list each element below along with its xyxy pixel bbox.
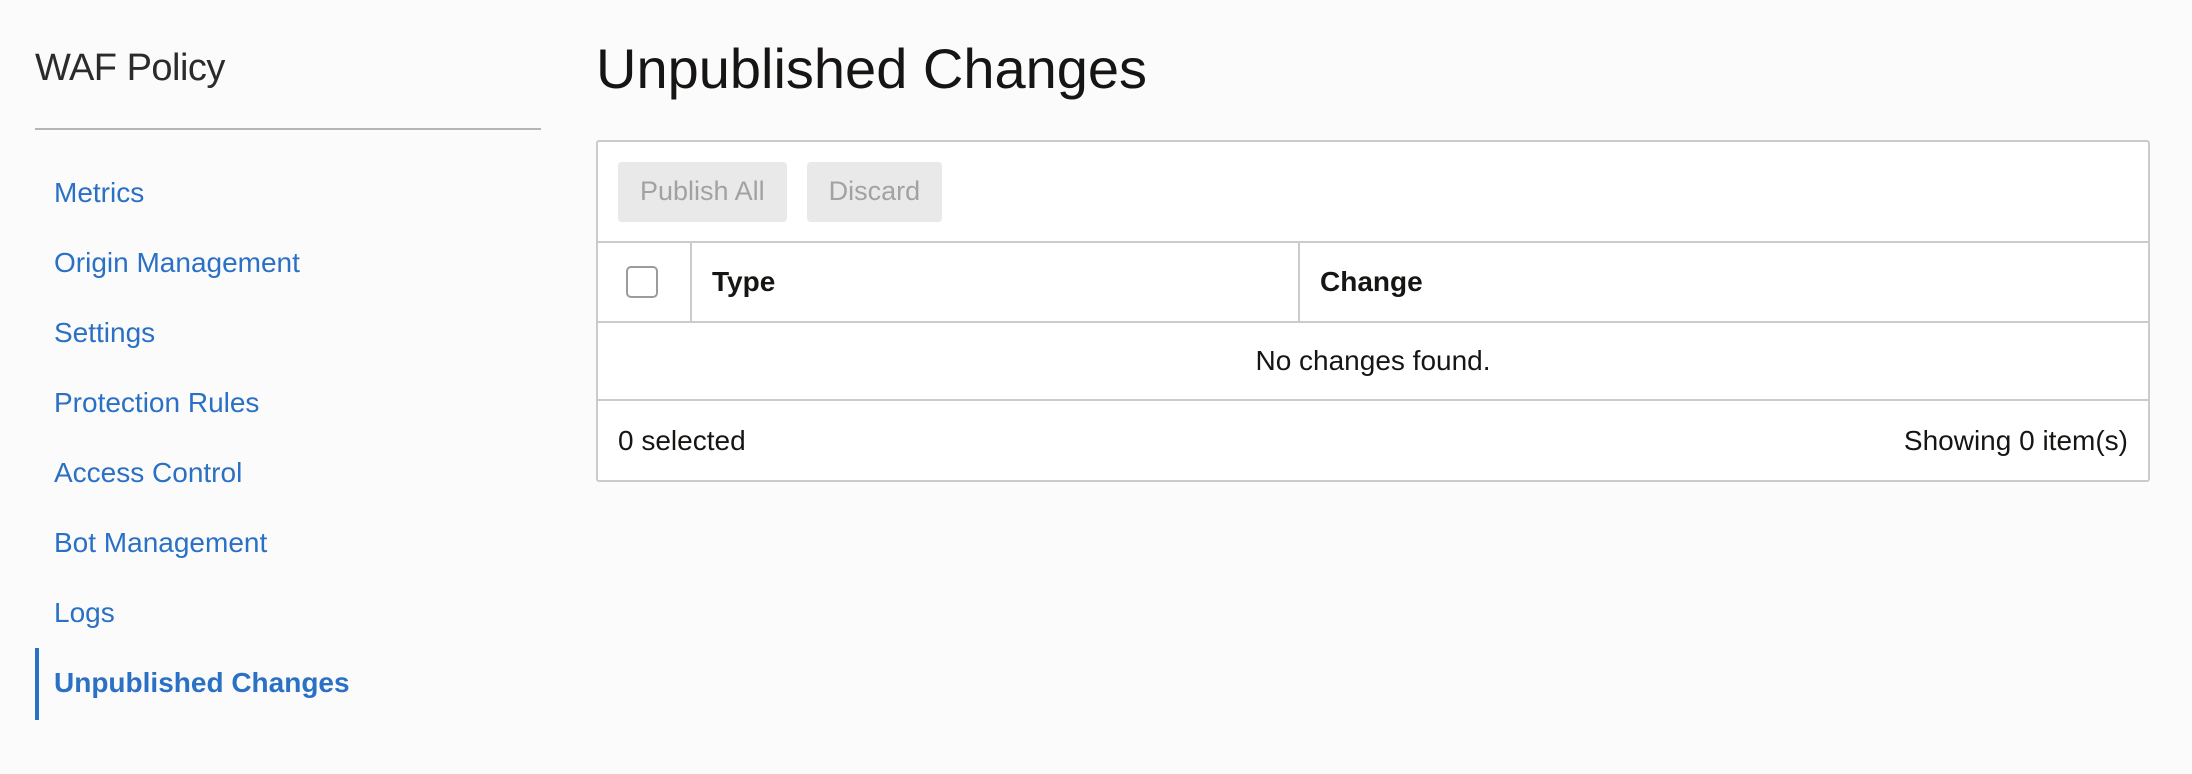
sidebar-item-logs[interactable]: Logs (35, 578, 541, 648)
select-all-cell (598, 243, 692, 321)
table-header: Type Change (598, 243, 2148, 323)
sidebar-title: WAF Policy (35, 47, 225, 89)
sidebar: WAF Policy Metrics Origin Management Set… (35, 40, 541, 734)
sidebar-item-bot-management[interactable]: Bot Management (35, 508, 541, 578)
page: WAF Policy Metrics Origin Management Set… (0, 0, 2192, 774)
column-header-type[interactable]: Type (692, 243, 1300, 321)
column-header-change[interactable]: Change (1300, 243, 2148, 321)
sidebar-item-access-control[interactable]: Access Control (35, 438, 541, 508)
main-content: Unpublished Changes Publish All Discard … (596, 30, 2154, 482)
sidebar-item-origin-management[interactable]: Origin Management (35, 228, 541, 298)
sidebar-divider (35, 128, 541, 130)
sidebar-item-metrics[interactable]: Metrics (35, 158, 541, 228)
changes-panel: Publish All Discard Type Change No chang… (596, 140, 2150, 482)
item-count: Showing 0 item(s) (1903, 424, 2128, 456)
sidebar-nav: Metrics Origin Management Settings Prote… (35, 158, 541, 720)
page-title: Unpublished Changes (596, 37, 1148, 100)
select-all-checkbox[interactable] (626, 266, 658, 298)
toolbar: Publish All Discard (598, 142, 2148, 243)
sidebar-item-unpublished-changes[interactable]: Unpublished Changes (35, 648, 541, 720)
selected-count: 0 selected (618, 424, 746, 456)
sidebar-item-settings[interactable]: Settings (35, 298, 541, 368)
publish-all-button[interactable]: Publish All (618, 161, 787, 222)
discard-button[interactable]: Discard (806, 161, 943, 222)
empty-message: No changes found. (598, 323, 2148, 401)
table-footer: 0 selected Showing 0 item(s) (598, 401, 2148, 480)
sidebar-item-protection-rules[interactable]: Protection Rules (35, 368, 541, 438)
